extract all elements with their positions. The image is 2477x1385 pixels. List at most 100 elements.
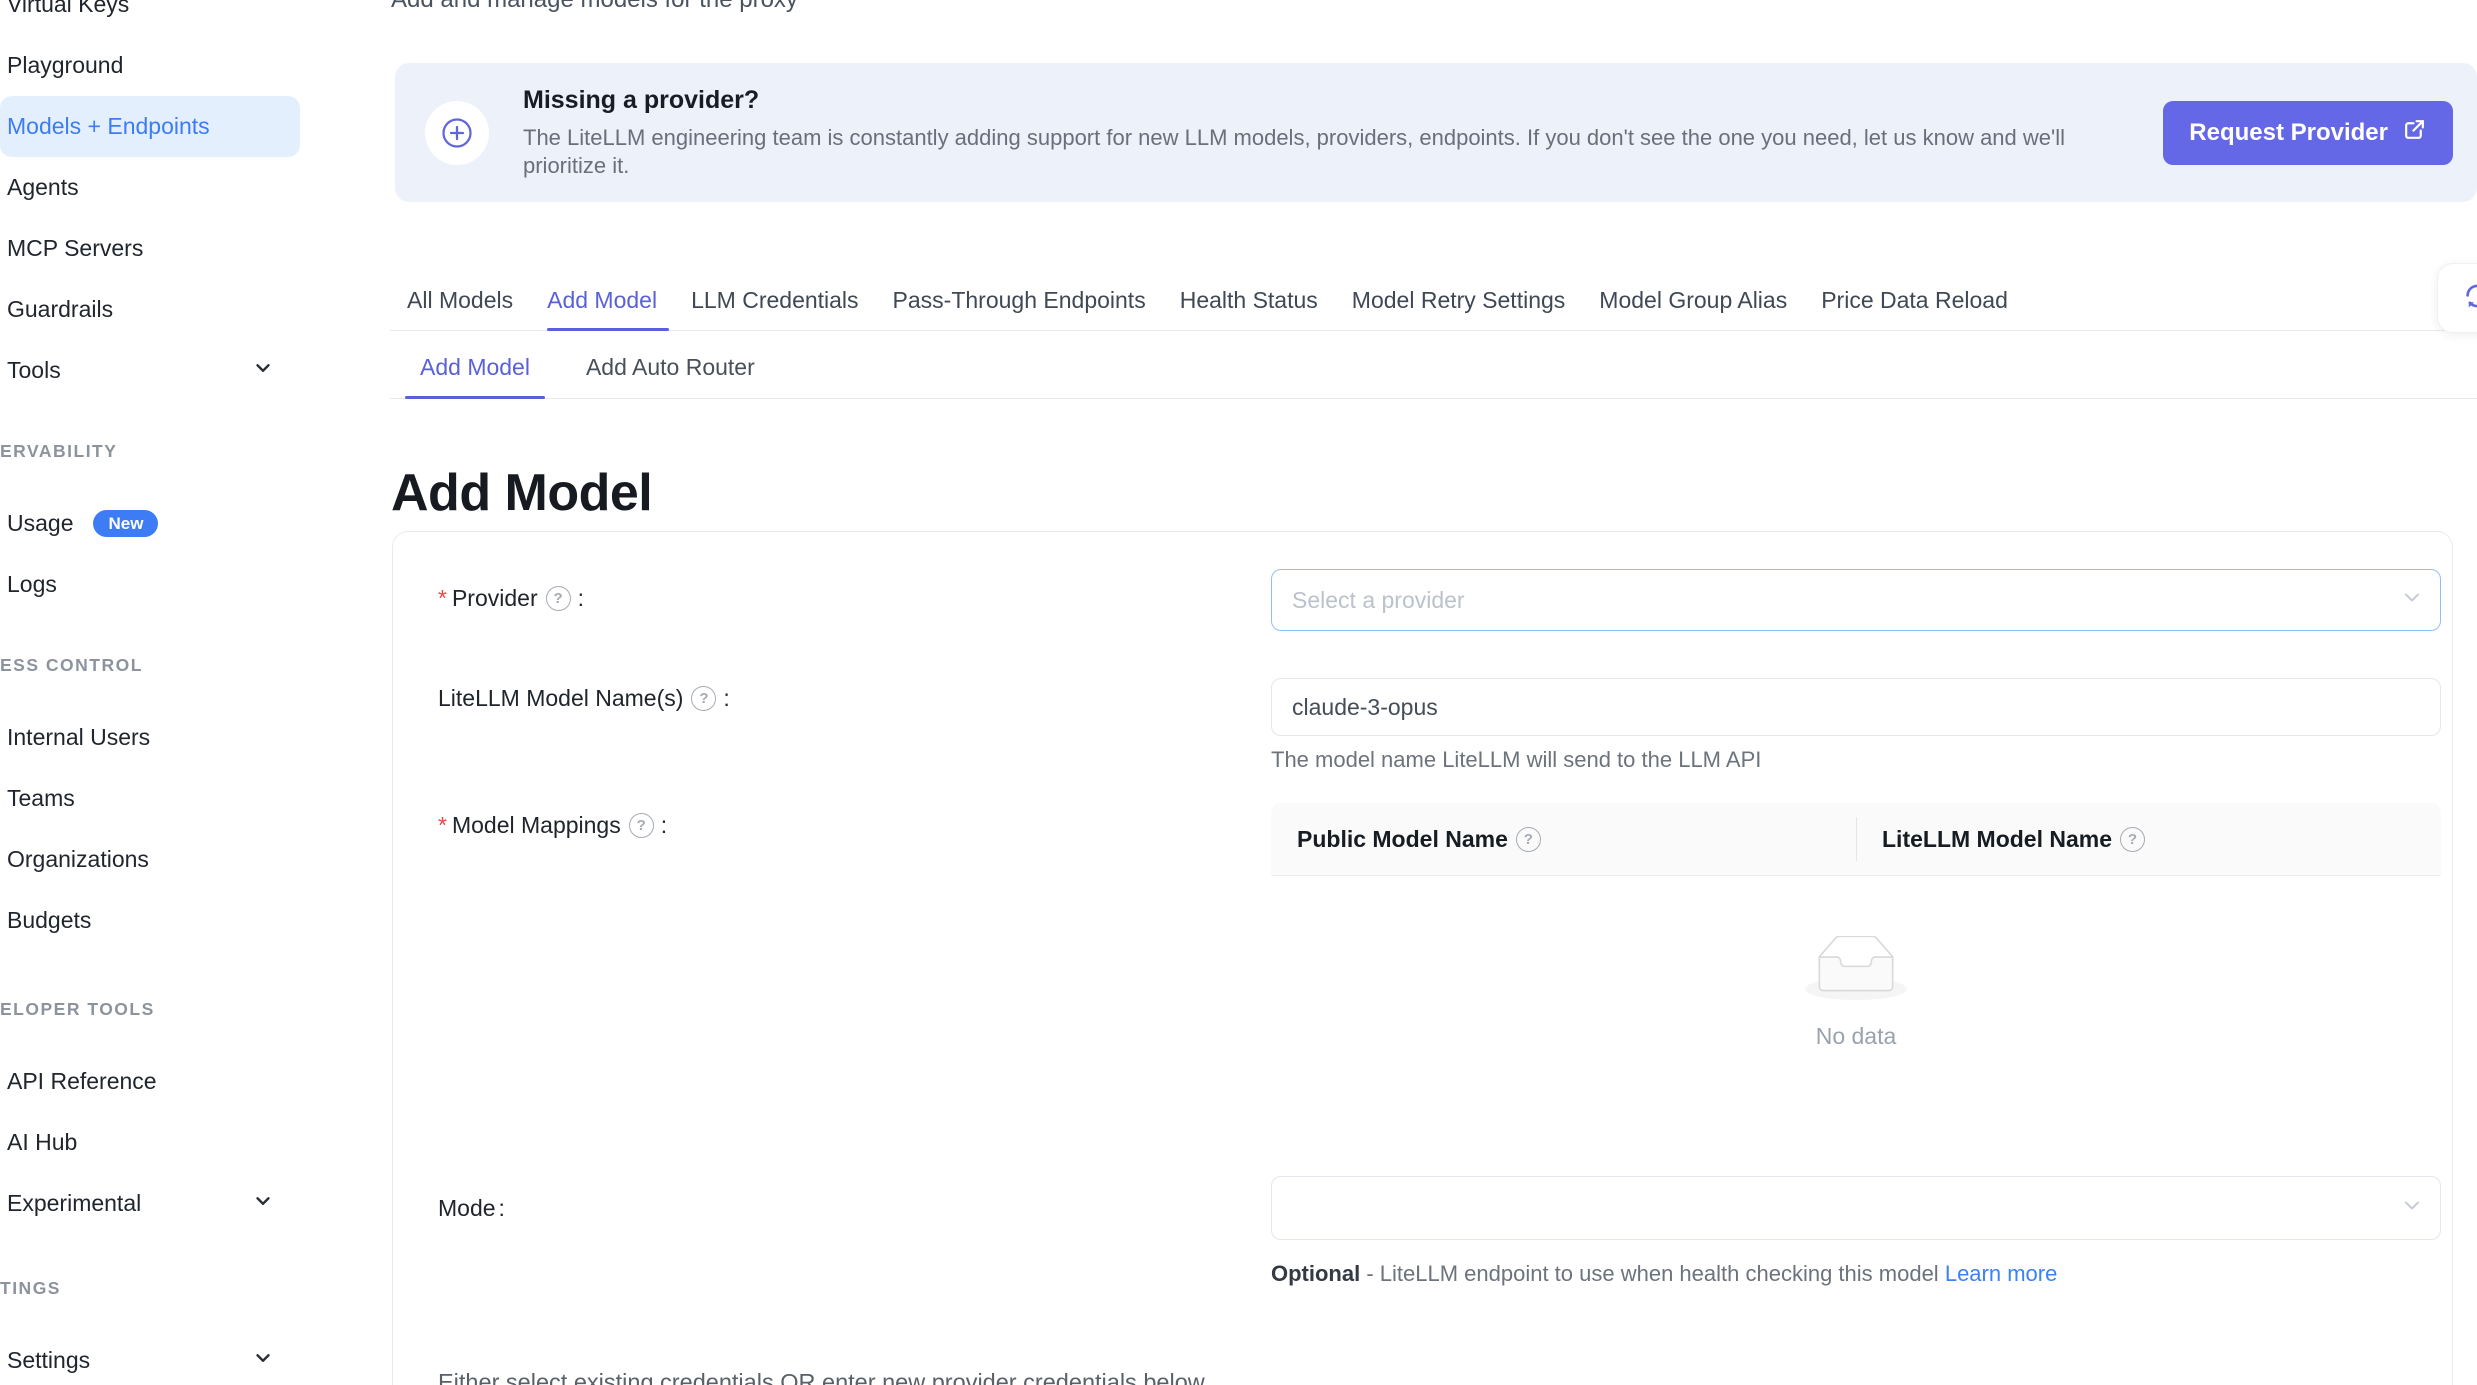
sidebar-item-label: Internal Users [7, 724, 150, 751]
empty-inbox-icon [1805, 936, 1907, 1007]
sidebar-item-budgets[interactable]: Budgets [0, 890, 300, 951]
provider-placeholder: Select a provider [1292, 587, 1465, 614]
model-mappings-label-text: Model Mappings [452, 812, 621, 839]
mappings-table-header: Public Model Name ? LiteLLM Model Name ? [1271, 803, 2441, 876]
tab-add-model[interactable]: Add Model [547, 270, 657, 330]
sidebar-item-tools[interactable]: Tools [0, 340, 300, 401]
subtab-add-auto-router[interactable]: Add Auto Router [571, 336, 770, 398]
chevron-down-icon [252, 1347, 274, 1375]
mode-control [1271, 1176, 2441, 1240]
sidebar-item-experimental[interactable]: Experimental [0, 1173, 300, 1234]
credentials-note: Either select existing credentials OR en… [438, 1369, 1205, 1385]
mappings-table-empty-state: No data [1271, 876, 2441, 1141]
sidebar-item-agents[interactable]: Agents [0, 157, 300, 218]
sidebar-item-playground[interactable]: Playground [0, 35, 300, 96]
sidebar-item-label: Experimental [7, 1190, 141, 1217]
sidebar-item-label: Organizations [7, 846, 149, 873]
sidebar-item-label: Usage [7, 510, 73, 537]
model-name-helper: The model name LiteLLM will send to the … [1271, 747, 2441, 773]
sidebar-item-usage[interactable]: Usage New [0, 493, 300, 554]
mode-label-text: Mode [438, 1195, 496, 1222]
sidebar-nav: Virtual Keys Playground Models + Endpoin… [0, 0, 330, 1385]
provider-label: * Provider ? : [438, 568, 584, 628]
sidebar-item-label: Tools [7, 357, 61, 384]
external-link-icon [2402, 117, 2427, 149]
refresh-button[interactable] [2437, 263, 2477, 333]
help-icon[interactable]: ? [691, 686, 716, 711]
learn-more-link[interactable]: Learn more [1945, 1261, 2058, 1286]
plus-circle-icon [425, 101, 489, 165]
request-provider-button[interactable]: Request Provider [2163, 101, 2453, 165]
model-mappings-table: Public Model Name ? LiteLLM Model Name ? [1271, 803, 2441, 1141]
sidebar-item-organizations[interactable]: Organizations [0, 829, 300, 890]
model-name-label-text: LiteLLM Model Name(s) [438, 685, 683, 712]
new-badge: New [93, 510, 158, 537]
banner-text: Missing a provider? The LiteLLM engineer… [523, 86, 2163, 179]
page-title: Add Model [391, 463, 652, 523]
sidebar-item-guardrails[interactable]: Guardrails [0, 279, 300, 340]
sidebar-item-mcp-servers[interactable]: MCP Servers [0, 218, 300, 279]
tab-all-models[interactable]: All Models [407, 270, 513, 330]
sidebar-item-internal-users[interactable]: Internal Users [0, 707, 300, 768]
sidebar-item-virtual-keys[interactable]: Virtual Keys [0, 0, 300, 35]
sidebar-section-observability: ERVABILITY [0, 441, 330, 461]
help-icon[interactable]: ? [1516, 827, 1541, 852]
no-data-text: No data [1816, 1023, 1897, 1050]
header-divider [1856, 817, 1857, 861]
provider-select[interactable]: Select a provider [1271, 569, 2441, 631]
column-label: LiteLLM Model Name [1882, 826, 2112, 853]
request-provider-label: Request Provider [2189, 119, 2388, 147]
sidebar-item-logs[interactable]: Logs [0, 554, 300, 615]
mode-label: Mode : [438, 1178, 505, 1238]
add-model-form-card: * Provider ? : Select a provider LiteLLM… [392, 531, 2453, 1385]
column-label: Public Model Name [1297, 826, 1508, 853]
chevron-down-icon [252, 1190, 274, 1218]
sidebar-item-label: Budgets [7, 907, 91, 934]
tab-price-data-reload[interactable]: Price Data Reload [1821, 270, 2008, 330]
mode-helper: Optional - LiteLLM endpoint to use when … [1271, 1254, 2057, 1293]
provider-label-text: Provider [452, 585, 538, 612]
sidebar: Virtual Keys Playground Models + Endpoin… [0, 0, 330, 1385]
sidebar-item-label: Playground [7, 52, 123, 79]
sidebar-item-label: Agents [7, 174, 79, 201]
sidebar-section-developer-tools: ELOPER TOOLS [0, 999, 330, 1019]
app-window: Virtual Keys Playground Models + Endpoin… [0, 0, 2477, 1385]
sidebar-section-settings: TINGS [0, 1278, 330, 1298]
sidebar-item-label: Virtual Keys [7, 0, 129, 18]
sidebar-item-settings[interactable]: Settings [0, 1330, 300, 1385]
label-colon: : [661, 812, 667, 839]
model-mappings-label: * Model Mappings ? : [438, 795, 667, 855]
sidebar-item-ai-hub[interactable]: AI Hub [0, 1112, 300, 1173]
mode-select[interactable] [1271, 1176, 2441, 1240]
add-model-subtabbar: Add Model Add Auto Router [390, 336, 2477, 399]
tab-pass-through-endpoints[interactable]: Pass-Through Endpoints [893, 270, 1146, 330]
mode-helper-optional: Optional [1271, 1261, 1360, 1286]
sidebar-item-label: Settings [7, 1347, 90, 1374]
label-colon: : [723, 685, 729, 712]
required-asterisk: * [438, 585, 447, 612]
main-content: Add and manage models for the proxy Miss… [390, 0, 2477, 1385]
sidebar-item-label: Logs [7, 571, 57, 598]
provider-control: Select a provider [1271, 569, 2441, 631]
column-litellm-model-name: LiteLLM Model Name ? [1856, 826, 2441, 853]
sidebar-item-models-endpoints[interactable]: Models + Endpoints [0, 96, 300, 157]
sidebar-item-label: Teams [7, 785, 75, 812]
tab-model-retry-settings[interactable]: Model Retry Settings [1352, 270, 1565, 330]
tab-llm-credentials[interactable]: LLM Credentials [691, 270, 858, 330]
tab-model-group-alias[interactable]: Model Group Alias [1599, 270, 1787, 330]
banner-description: The LiteLLM engineering team is constant… [523, 124, 2083, 179]
chevron-down-icon [2400, 1194, 2424, 1223]
sidebar-item-api-reference[interactable]: API Reference [0, 1051, 300, 1112]
sidebar-item-label: AI Hub [7, 1129, 77, 1156]
chevron-down-icon [2400, 586, 2424, 615]
help-icon[interactable]: ? [546, 586, 571, 611]
subtab-add-model[interactable]: Add Model [405, 336, 545, 398]
column-public-model-name: Public Model Name ? [1271, 826, 1856, 853]
sidebar-item-teams[interactable]: Teams [0, 768, 300, 829]
banner-title: Missing a provider? [523, 86, 2163, 115]
model-name-input[interactable] [1271, 678, 2441, 736]
tab-health-status[interactable]: Health Status [1180, 270, 1318, 330]
help-icon[interactable]: ? [2120, 827, 2145, 852]
help-icon[interactable]: ? [629, 813, 654, 838]
label-colon: : [499, 1195, 505, 1222]
